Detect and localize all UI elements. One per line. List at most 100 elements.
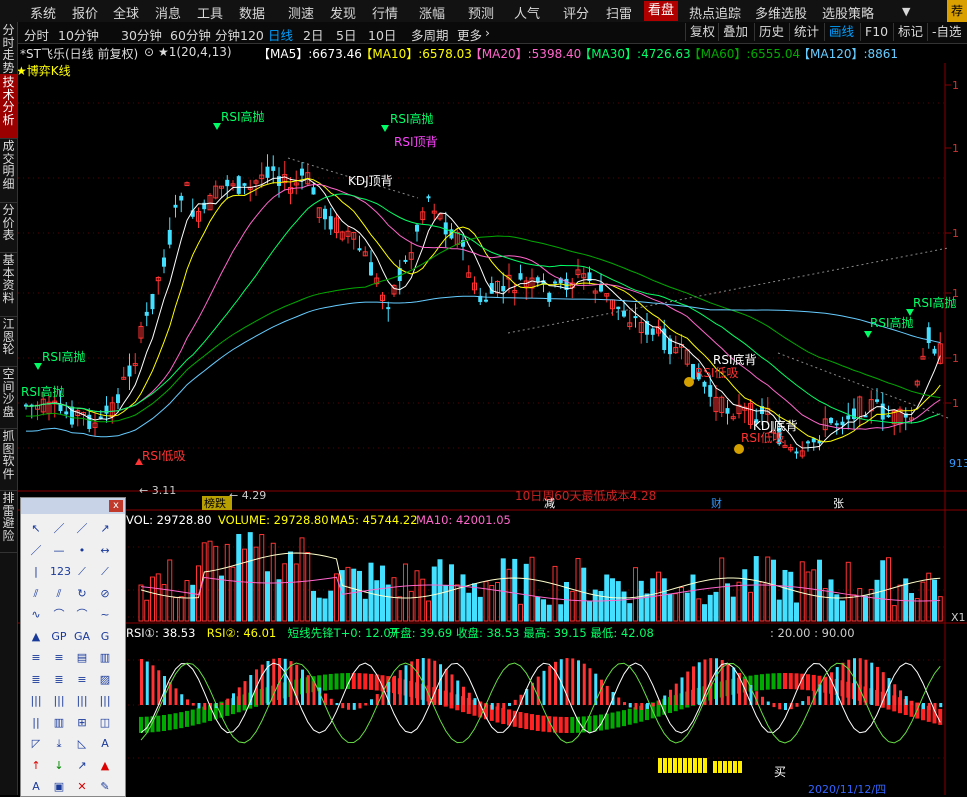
draw-tool-icon[interactable]: G: [96, 628, 114, 646]
tab-intraday[interactable]: 分时走势: [0, 22, 17, 75]
menu-item-multi-select[interactable]: 多维选股: [755, 3, 807, 22]
f10-button[interactable]: F10: [860, 23, 892, 41]
draw-tool-icon[interactable]: ⌒: [73, 606, 91, 624]
period-daily[interactable]: 日线: [268, 25, 293, 44]
draw-tool-icon[interactable]: ⌒: [50, 606, 68, 624]
draw-tool-icon[interactable]: ↔: [96, 542, 114, 560]
menu-item-discover[interactable]: 发现: [330, 3, 356, 22]
draw-tool-icon[interactable]: A: [27, 778, 45, 796]
draw-tool-icon[interactable]: ◸: [27, 735, 45, 753]
period-30min[interactable]: 30分钟: [121, 25, 162, 44]
tab-risk[interactable]: 排雷避险: [0, 490, 17, 553]
draw-tool-icon[interactable]: |||: [73, 692, 91, 710]
k-line-chart[interactable]: 111111★博弈K线RSI高抛 RSI高抛RSI顶背KDJ顶背RSI高抛RSI高…: [18, 63, 967, 795]
period-10min[interactable]: 10分钟: [58, 25, 99, 44]
menu-item-global[interactable]: 全球: [113, 3, 139, 22]
draw-tool-icon[interactable]: ▥: [96, 649, 114, 667]
period-60min[interactable]: 60分钟: [170, 25, 211, 44]
draw-tool-icon[interactable]: ⟋: [73, 563, 91, 581]
draw-tool-icon[interactable]: GA: [73, 628, 91, 646]
draw-tool-icon[interactable]: |: [27, 563, 45, 581]
menu-item-data[interactable]: 数据: [239, 3, 265, 22]
menu-item-market[interactable]: 行情: [372, 3, 398, 22]
menu-item-system[interactable]: 系统: [30, 3, 56, 22]
tab-profile[interactable]: 基本资料: [0, 252, 17, 317]
draw-tool-icon[interactable]: ∿: [27, 606, 45, 624]
period-more[interactable]: 更多: [457, 25, 482, 44]
draw-tool-icon[interactable]: ▲: [27, 628, 45, 646]
draw-tool-icon[interactable]: ▨: [96, 671, 114, 689]
draw-tool-icon[interactable]: |||: [50, 692, 68, 710]
period-5day[interactable]: 5日: [336, 25, 356, 44]
history-button[interactable]: 历史: [754, 23, 788, 41]
draw-tool-icon[interactable]: ≣: [50, 671, 68, 689]
period-intraday[interactable]: 分时: [24, 25, 49, 44]
draw-tool-icon[interactable]: ≡: [27, 649, 45, 667]
menu-item-quote[interactable]: 报价: [72, 3, 98, 22]
draw-tool-icon[interactable]: GP: [50, 628, 68, 646]
draw-tool-icon[interactable]: ↑: [27, 757, 45, 775]
watchlist-button[interactable]: -自选: [927, 23, 966, 41]
menu-item-rating[interactable]: 评分: [563, 3, 589, 22]
draw-tool-icon[interactable]: |||: [96, 692, 114, 710]
more-arrow-icon[interactable]: ›: [485, 25, 490, 40]
tab-sandbox[interactable]: 空间沙盘: [0, 366, 17, 429]
draw-tool-icon[interactable]: ↓: [50, 757, 68, 775]
menu-item-minesweep[interactable]: 扫雷: [606, 3, 632, 22]
period-120min[interactable]: 分钟120: [215, 25, 264, 44]
menu-item-speedtest[interactable]: 测速: [288, 3, 314, 22]
mark-button[interactable]: 标记: [893, 23, 927, 41]
draw-tool-icon[interactable]: ▣: [50, 778, 68, 796]
draw-tool-icon[interactable]: ↗: [96, 520, 114, 538]
draw-tool-icon[interactable]: A: [96, 735, 114, 753]
draw-tool-icon[interactable]: ⊘: [96, 585, 114, 603]
statistics-button[interactable]: 统计: [789, 23, 823, 41]
close-icon[interactable]: x: [109, 500, 123, 512]
draw-tool-icon[interactable]: ≣: [27, 671, 45, 689]
period-10day[interactable]: 10日: [368, 25, 396, 44]
recommend-badge[interactable]: 荐: [947, 0, 967, 22]
tab-technical[interactable]: 技术分析: [0, 74, 17, 139]
menu-item-forecast[interactable]: 预测: [468, 3, 494, 22]
tab-gann[interactable]: 江恩轮: [0, 316, 17, 367]
draw-tool-icon[interactable]: ✕: [73, 778, 91, 796]
menu-item-news[interactable]: 消息: [155, 3, 181, 22]
chevron-down-icon[interactable]: ▼: [902, 5, 910, 18]
draw-tool-icon[interactable]: ||: [27, 714, 45, 732]
draw-tool-icon[interactable]: ／: [50, 520, 68, 538]
restore-rights-button[interactable]: 复权: [685, 23, 719, 41]
draw-tool-icon[interactable]: ⫽: [27, 585, 45, 603]
menu-item-gain[interactable]: 涨幅: [419, 3, 445, 22]
draw-tool-icon[interactable]: ⟋: [96, 563, 114, 581]
menu-item-popularity[interactable]: 人气: [514, 3, 540, 22]
draw-tool-icon[interactable]: ↖: [27, 520, 45, 538]
tab-trade-detail[interactable]: 成交明细: [0, 138, 17, 203]
draw-tool-icon[interactable]: ↻: [73, 585, 91, 603]
draw-tool-icon[interactable]: ~: [96, 606, 114, 624]
period-multi[interactable]: 多周期: [411, 25, 449, 44]
draw-tool-icon[interactable]: ▥: [50, 714, 68, 732]
menu-item-strategy[interactable]: 选股策略: [822, 3, 874, 22]
draw-tool-icon[interactable]: —: [50, 542, 68, 560]
draw-tool-icon[interactable]: ↗: [73, 757, 91, 775]
draw-tool-icon[interactable]: ▤: [73, 649, 91, 667]
menu-item-watch[interactable]: 看盘: [644, 1, 679, 21]
draw-tool-icon[interactable]: 123: [50, 563, 71, 581]
menu-item-tools[interactable]: 工具: [197, 3, 223, 22]
draw-tool-icon[interactable]: •: [73, 542, 91, 560]
draw-tool-icon[interactable]: ▲: [96, 757, 114, 775]
tab-screenshot[interactable]: 抓图软件: [0, 428, 17, 491]
draw-tool-icon[interactable]: ≡: [50, 649, 68, 667]
draw-tool-icon[interactable]: ／: [27, 542, 45, 560]
draw-tool-icon[interactable]: |||: [27, 692, 45, 710]
overlay-button[interactable]: 叠加: [718, 23, 752, 41]
menu-item-hot-tracking[interactable]: 热点追踪: [689, 3, 741, 22]
draw-tool-icon[interactable]: ✎: [96, 778, 114, 796]
indicator-params[interactable]: ★1(20,4,13): [158, 45, 232, 59]
draw-tool-icon[interactable]: ◫: [96, 714, 114, 732]
draw-tool-icon[interactable]: ◺: [73, 735, 91, 753]
period-2day[interactable]: 2日: [303, 25, 323, 44]
draw-tool-icon[interactable]: ≡: [73, 671, 91, 689]
draw-tool-icon[interactable]: ⊞: [73, 714, 91, 732]
draw-tool-icon[interactable]: ⤓: [50, 735, 68, 753]
